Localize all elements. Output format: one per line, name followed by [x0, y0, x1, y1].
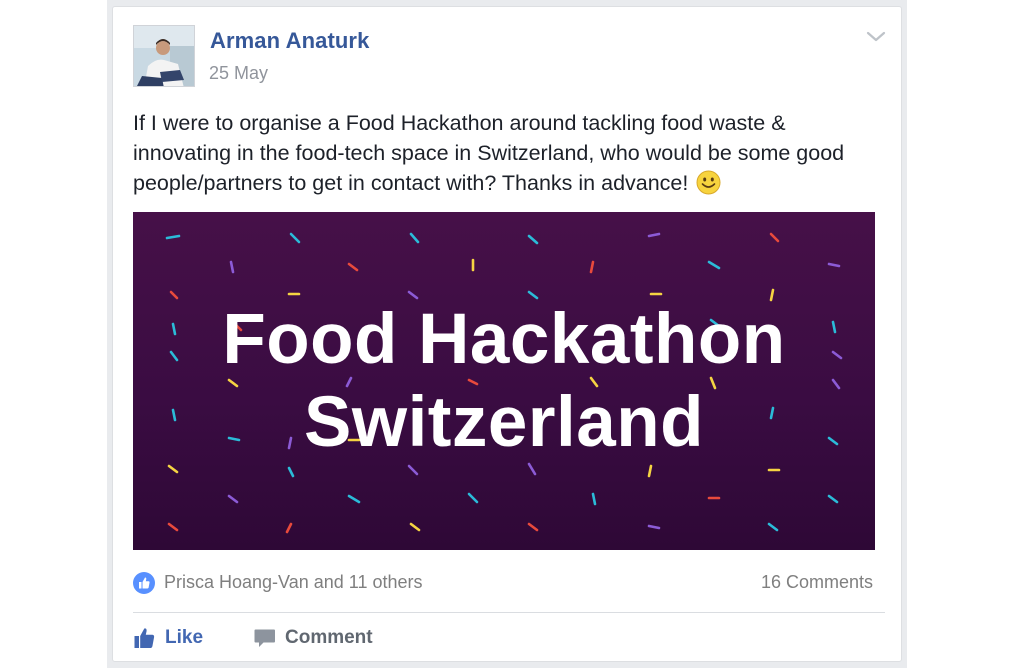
smiley-emoji-icon [696, 170, 721, 195]
thumbs-up-badge-icon [133, 572, 155, 594]
reactions-summary: Prisca Hoang-Van and 11 others 16 Commen… [133, 570, 873, 594]
avatar[interactable] [133, 25, 195, 87]
like-label: Like [165, 627, 204, 648]
post-timestamp[interactable]: 25 May [209, 63, 268, 84]
comment-label: Comment [285, 627, 373, 648]
thumbs-up-icon [133, 626, 157, 655]
post-text: If I were to organise a Food Hackathon a… [133, 111, 845, 195]
banner-title-line2: Switzerland [303, 383, 705, 462]
post-card: Arman Anaturk 25 May If I were to organi… [112, 6, 902, 662]
comments-count-link[interactable]: 16 Comments [761, 572, 873, 593]
confetti-decoration [165, 232, 843, 534]
speech-bubble-icon [253, 626, 277, 655]
comment-button[interactable]: Comment [253, 624, 383, 654]
post-body: If I were to organise a Food Hackathon a… [133, 108, 853, 198]
chevron-down-icon[interactable] [865, 29, 887, 45]
likers-link[interactable]: Prisca Hoang-Van and 11 others [164, 572, 423, 593]
post-image-banner[interactable]: Food Hackathon Switzerland [133, 212, 875, 550]
author-name[interactable]: Arman Anaturk [210, 28, 369, 54]
banner-title-line1: Food Hackathon [222, 300, 786, 379]
divider [133, 612, 885, 613]
like-button[interactable]: Like [133, 624, 203, 654]
